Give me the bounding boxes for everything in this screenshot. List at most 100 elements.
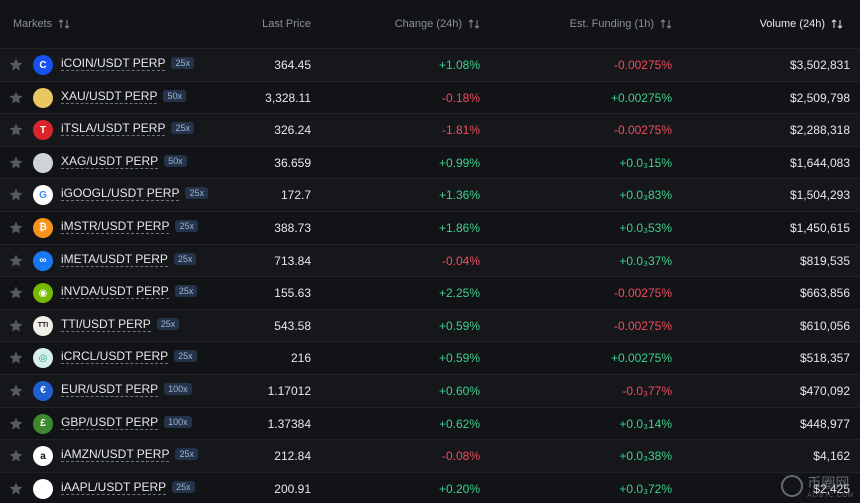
favorite-star-icon[interactable] [8,350,24,366]
table-row[interactable]: TiTSLA/USDT PERP 25x 326.24 -1.81% -0.00275%… [0,113,860,146]
leverage-badge: 50x [163,89,186,102]
sort-icon[interactable] [468,18,480,30]
pair-label[interactable]: XAG/USDT PERP [61,153,159,169]
pair-label[interactable]: iTSLA/USDT PERP [61,121,166,137]
favorite-star-icon[interactable] [8,383,24,399]
change-cell: +1.36% [438,188,480,203]
funding-header-label: Est. Funding (1h) [569,18,654,30]
table-row[interactable]: ◉ iNVDA/USDT PERP 25x 155.63 +2.25% -0.00275%… [0,276,860,309]
volume-cell: $1,644,083 [789,155,850,170]
favorite-star-icon[interactable] [8,285,24,301]
market-pair[interactable]: iCRCL/USDT PERP 25x [61,347,197,365]
favorite-star-icon[interactable] [8,416,24,432]
funding-cell: +0.0₃38% [619,449,672,464]
sort-icon[interactable] [831,18,843,30]
silver-logo-icon [33,152,53,173]
favorite-star-icon[interactable] [8,90,24,106]
market-pair[interactable]: iCOIN/USDT PERP 25x [61,54,194,72]
tesla-logo-icon: T [33,120,53,141]
table-row[interactable]: ₿ iMSTR/USDT PERP 25x 388.73 +1.86% +0.0₃53% $… [0,210,860,244]
sort-icon[interactable] [660,18,672,30]
change-cell: +1.08% [438,58,480,72]
table-row[interactable]: TTI TTI/USDT PERP 25x 543.58 +0.59% -0.00275%… [0,308,860,342]
pair-label[interactable]: iMSTR/USDT PERP [61,218,170,234]
table-row[interactable]: XAU/USDT PERP 50x 3,328.11 -0.18% +0.00275% $… [0,80,860,114]
volume-cell: $448,977 [799,416,850,431]
table-row[interactable]: € EUR/USDT PERP 100x 1.17012 +0.60% -0.0₃77% $… [0,373,860,407]
market-pair[interactable]: TTI/USDT PERP 25x [61,315,180,333]
volume-cell: $3,502,831 [789,58,850,72]
pair-label[interactable]: iGOOGL/USDT PERP [61,186,180,202]
change-cell: -1.81% [441,123,480,138]
change-cell: -0.04% [441,253,480,268]
leverage-badge: 25x [174,350,197,363]
pair-label[interactable]: iCRCL/USDT PERP [61,349,169,365]
table-row[interactable]: CiCOIN/USDT PERP 25x 364.45 +1.08% -0.00275%… [0,48,860,81]
funding-cell: +0.0₃15% [619,155,672,170]
pound-logo-icon: £ [33,413,53,434]
sort-icon[interactable] [58,18,70,30]
table-row[interactable]: GiGOOGL/USDT PERP 25x 172.7 +1.36% +0.0₃83% $… [0,178,860,211]
pair-label[interactable]: TTI/USDT PERP [61,316,151,332]
last-price-cell: 172.7 [280,188,311,203]
change-cell: +0.60% [438,383,480,398]
favorite-star-icon[interactable] [8,187,24,203]
last-price-column-header[interactable]: Last Price [262,18,311,30]
circle-logo-icon: ◎ [33,348,53,369]
market-pair[interactable]: iAAPL/USDT PERP 25x [61,478,195,496]
table-row[interactable]: XAG/USDT PERP 50x 36.659 +0.99% +0.0₃15% $1,6… [0,145,860,179]
table-row[interactable]: £ GBP/USDT PERP 100x 1.37384 +0.62% +0.0₃14% $… [0,406,860,440]
last-price-cell: 388.73 [274,220,311,235]
watermark: 币圈网 ALIBTC.COM [781,473,854,499]
market-pair[interactable]: iMETA/USDT PERP 25x [61,250,197,268]
favorite-star-icon[interactable] [8,122,24,138]
favorite-star-icon[interactable] [8,253,24,269]
favorite-star-icon[interactable] [8,155,24,171]
favorite-star-icon[interactable] [8,57,24,73]
market-pair[interactable]: XAG/USDT PERP 50x [61,152,187,170]
market-pair[interactable]: XAU/USDT PERP 50x [61,87,186,105]
favorite-star-icon[interactable] [8,318,24,334]
pair-label[interactable]: GBP/USDT PERP [61,414,159,430]
table-row[interactable]: ∞ iMETA/USDT PERP 25x 713.84 -0.04% +0.0₃37% $… [0,243,860,277]
last-price-cell: 713.84 [274,253,311,268]
table-row[interactable]: iAAPL/USDT PERP 25x 200.91 +0.20% +0.0₃72% $2… [0,471,860,503]
pair-label[interactable]: iAMZN/USDT PERP [61,447,170,463]
table-row[interactable]: a iAMZN/USDT PERP 25x 212.84 -0.08% +0.0₃38% $… [0,439,860,472]
favorite-star-icon[interactable] [8,448,24,464]
pair-label[interactable]: iNVDA/USDT PERP [61,284,169,300]
pair-label[interactable]: EUR/USDT PERP [61,381,159,397]
favorite-star-icon[interactable] [8,220,24,236]
market-pair[interactable]: iGOOGL/USDT PERP 25x [61,184,208,202]
market-pair[interactable]: GBP/USDT PERP 100x [61,413,192,431]
change-cell: +0.62% [438,416,480,431]
pair-label[interactable]: iMETA/USDT PERP [61,251,168,267]
pair-label[interactable]: iCOIN/USDT PERP [61,56,166,71]
market-pair[interactable]: iNVDA/USDT PERP 25x [61,282,198,300]
funding-cell: -0.00275% [613,123,672,138]
apple-logo-icon [33,478,53,499]
leverage-badge: 25x [185,187,208,200]
funding-cell: +0.00275% [610,351,672,366]
market-pair[interactable]: iMSTR/USDT PERP 25x [61,217,198,235]
favorite-star-icon[interactable] [8,481,24,497]
funding-column-header[interactable]: Est. Funding (1h) [570,18,672,30]
funding-cell: +0.00275% [610,90,672,105]
change-column-header[interactable]: Change (24h) [395,18,480,30]
last-price-cell: 326.24 [274,123,311,138]
table-row[interactable]: ◎ iCRCL/USDT PERP 25x 216 +0.59% +0.00275% $51… [0,341,860,374]
google-logo-icon: G [33,185,53,206]
volume-column-header[interactable]: Volume (24h) [760,18,843,30]
market-pair[interactable]: iAMZN/USDT PERP 25x [61,445,198,463]
market-pair[interactable]: iTSLA/USDT PERP 25x [61,119,194,137]
pair-label[interactable]: iAAPL/USDT PERP [61,479,167,495]
table-header: Markets Last Price Change (24h) Est. Fun… [0,0,860,48]
leverage-badge: 100x [164,382,192,395]
leverage-badge: 25x [175,448,198,461]
markets-column-header[interactable]: Markets [13,18,70,30]
leverage-badge: 25x [171,57,194,69]
last-price-cell: 364.45 [274,58,311,72]
market-pair[interactable]: EUR/USDT PERP 100x [61,380,192,398]
volume-cell: $470,092 [799,383,850,398]
pair-label[interactable]: XAU/USDT PERP [61,88,158,104]
